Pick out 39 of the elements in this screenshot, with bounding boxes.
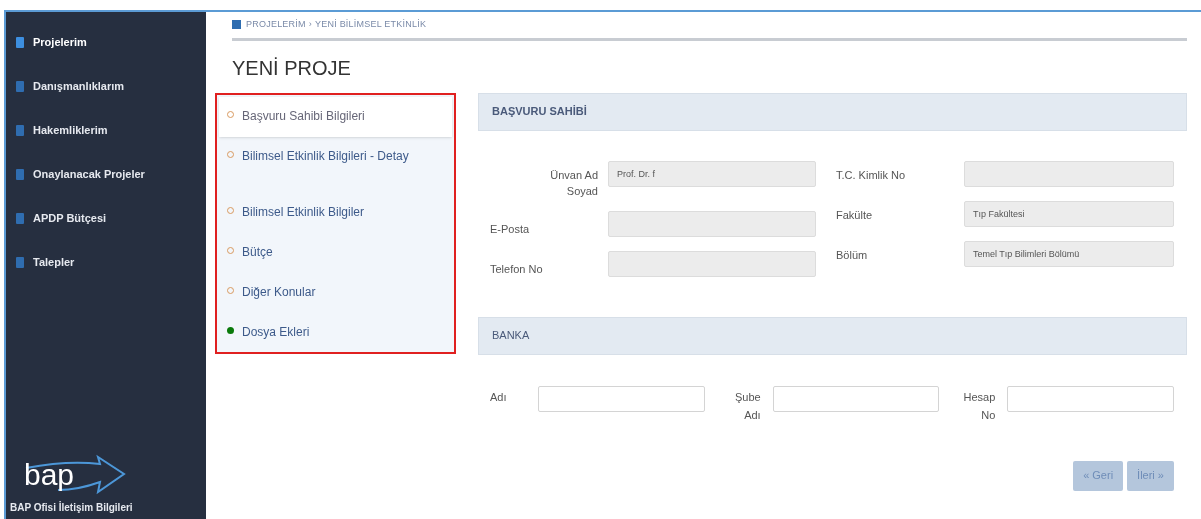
field-label: Hesap No [962, 389, 996, 423]
section-header: BAŞVURU SAHİBİ [478, 92, 1187, 131]
book-icon [16, 212, 24, 224]
step-item[interactable]: Bütçe [219, 232, 452, 273]
book-icon [232, 20, 241, 30]
step-item[interactable]: Başvuru Sahibi Bilgileri [219, 96, 452, 137]
page-title: YENİ PROJE [232, 55, 352, 81]
field-label: Ünvan Ad Soyad [549, 167, 598, 199]
sidebar-item[interactable]: Hakemliklerim [6, 108, 206, 152]
breadcrumb-link[interactable]: PROJELERİM [246, 18, 306, 32]
book-icon [16, 124, 24, 136]
step-item[interactable]: Bilimsel Etkinlik Bilgileri - Detay [219, 136, 452, 193]
breadcrumb-separator: › [308, 18, 312, 31]
book-icon [16, 256, 24, 268]
field-label: E-Posta [489, 221, 531, 237]
input-field[interactable] [772, 385, 940, 412]
sidebar-item[interactable]: APDP Bütçesi [6, 196, 206, 240]
footer-link[interactable]: BAP Ofisi İletişim Bilgileri [10, 500, 206, 515]
step-item[interactable]: Bilimsel Etkinlik Bilgiler [219, 192, 452, 233]
book-icon [16, 36, 24, 48]
bap-logo: bap [18, 452, 130, 496]
sidebar-item[interactable]: Talepler [6, 240, 206, 284]
field-label: T.C. Kimlik No [836, 167, 907, 183]
sidebar-item[interactable]: Onaylanacak Projeler [6, 152, 206, 196]
book-icon [16, 80, 24, 92]
section-header: BANKA [478, 316, 1187, 355]
field-label: Telefon No [489, 261, 544, 277]
sidebar-item[interactable]: Danışmanlıklarım [6, 64, 206, 108]
field-label: Bölüm [836, 247, 869, 263]
field-label: Şube Adı [733, 389, 761, 423]
book-icon [16, 168, 24, 180]
breadcrumb-link[interactable]: YENİ BİLİMSEL ETKİNLİK [315, 18, 427, 32]
input-field[interactable] [1007, 385, 1174, 412]
step-item[interactable]: Dosya Ekleri [219, 312, 452, 353]
field-label: Fakülte [836, 207, 874, 223]
field-label: Adı [490, 389, 508, 405]
step-item[interactable]: Diğer Konular [219, 272, 452, 313]
input-field[interactable] [538, 385, 705, 412]
sidebar-item[interactable]: Projelerim [6, 20, 206, 64]
